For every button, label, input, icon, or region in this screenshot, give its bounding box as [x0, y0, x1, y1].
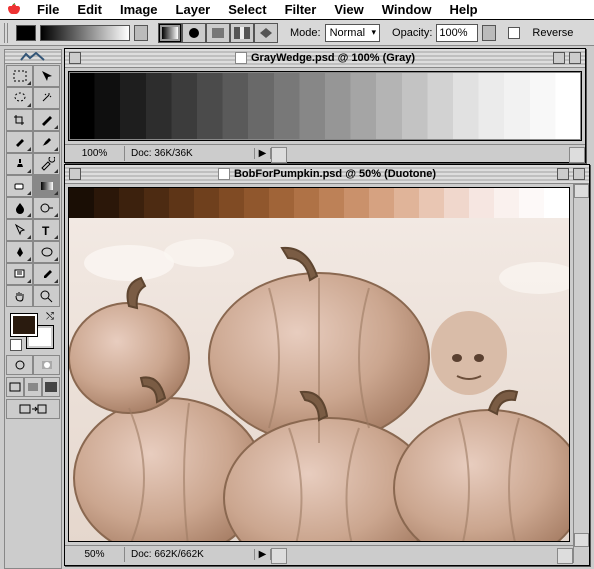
tool-clone-stamp[interactable]: [6, 153, 33, 175]
file-icon: [235, 52, 247, 64]
tool-eraser[interactable]: [6, 175, 33, 197]
toolbox: T ⤭: [4, 49, 62, 569]
screen-standard-button[interactable]: [6, 377, 24, 397]
menu-help[interactable]: Help: [440, 0, 486, 19]
scroll-up-arrow[interactable]: [574, 184, 589, 198]
pumpkin-image: [69, 218, 569, 542]
docsize-field[interactable]: Doc: 662K/662K: [125, 549, 255, 560]
window-titlebar[interactable]: GrayWedge.psd @ 100% (Gray): [65, 49, 585, 68]
tool-move[interactable]: [33, 65, 60, 87]
tool-dodge[interactable]: [33, 197, 60, 219]
tool-crop[interactable]: [6, 109, 33, 131]
window-titlebar[interactable]: BobForPumpkin.psd @ 50% (Duotone): [65, 165, 589, 184]
resize-grip[interactable]: [573, 547, 589, 563]
tool-notes[interactable]: [6, 263, 33, 285]
zoom-button[interactable]: [573, 168, 585, 180]
menu-filter[interactable]: Filter: [276, 0, 326, 19]
zoom-button[interactable]: [569, 52, 581, 64]
screen-full-menubar-button[interactable]: [24, 377, 42, 397]
diamond-gradient-button[interactable]: [254, 23, 278, 43]
menu-file[interactable]: File: [28, 0, 68, 19]
close-button[interactable]: [69, 168, 81, 180]
tool-lasso[interactable]: [6, 87, 33, 109]
window-title-text: GrayWedge.psd @ 100% (Gray): [251, 52, 415, 64]
duotone-wedge: [69, 188, 569, 218]
tool-type[interactable]: T: [33, 219, 60, 241]
tool-slice[interactable]: [33, 109, 60, 131]
reverse-checkbox[interactable]: [508, 27, 520, 39]
mode-value: Normal: [330, 27, 365, 39]
status-bar: 100% Doc: 36K/36K ▶: [65, 144, 585, 162]
tool-path-selection[interactable]: [6, 219, 33, 241]
status-menu-arrow[interactable]: ▶: [255, 549, 271, 560]
gradient-preview[interactable]: [40, 25, 130, 41]
options-bar: Mode: Normal Opacity: 100% Reverse: [0, 20, 594, 46]
tool-magic-wand[interactable]: [33, 87, 60, 109]
linear-gradient-button[interactable]: [158, 23, 182, 43]
gradient-swatch[interactable]: [16, 25, 36, 41]
tool-brush[interactable]: [33, 131, 60, 153]
menubar: File Edit Image Layer Select Filter View…: [0, 0, 594, 20]
close-button[interactable]: [69, 52, 81, 64]
tool-pen[interactable]: [6, 241, 33, 263]
window-title-text: BobForPumpkin.psd @ 50% (Duotone): [234, 168, 436, 180]
tool-zoom[interactable]: [33, 285, 60, 307]
menu-image[interactable]: Image: [111, 0, 167, 19]
angle-gradient-button[interactable]: [206, 23, 230, 43]
tool-shape[interactable]: [33, 241, 60, 263]
v-scrollbar[interactable]: [573, 184, 589, 547]
window-pumpkin: BobForPumpkin.psd @ 50% (Duotone): [64, 164, 590, 566]
tool-eyedropper[interactable]: [33, 263, 60, 285]
opacity-value: 100%: [439, 27, 467, 39]
gradient-type-group: [158, 23, 278, 43]
tool-hand[interactable]: [6, 285, 33, 307]
h-scrollbar[interactable]: [271, 147, 585, 161]
menu-layer[interactable]: Layer: [167, 0, 220, 19]
mode-label: Mode:: [290, 27, 321, 39]
menu-window[interactable]: Window: [373, 0, 441, 19]
menu-view[interactable]: View: [325, 0, 372, 19]
canvas-pumpkin[interactable]: [68, 187, 570, 542]
scroll-down-arrow[interactable]: [574, 533, 589, 547]
status-menu-arrow[interactable]: ▶: [255, 148, 271, 159]
jump-to-imageready-button[interactable]: [6, 399, 60, 419]
options-grip[interactable]: [4, 23, 10, 43]
tool-gradient[interactable]: [33, 175, 60, 197]
reflected-gradient-button[interactable]: [230, 23, 254, 43]
opacity-label: Opacity:: [392, 27, 432, 39]
file-icon: [218, 168, 230, 180]
canvas-graywedge[interactable]: [68, 71, 582, 141]
status-bar: 50% Doc: 662K/662K ▶: [65, 545, 589, 563]
tool-blur[interactable]: [6, 197, 33, 219]
screen-full-button[interactable]: [42, 377, 60, 397]
collapse-button[interactable]: [553, 52, 565, 64]
zoom-field[interactable]: 100%: [65, 146, 125, 161]
tool-healing-brush[interactable]: [6, 131, 33, 153]
document-area: GrayWedge.psd @ 100% (Gray) 100% Doc: 36…: [64, 46, 594, 569]
quick-mask-button[interactable]: [33, 355, 60, 375]
tool-rectangular-marquee[interactable]: [6, 65, 33, 87]
toolbox-header[interactable]: [5, 50, 61, 64]
standard-mode-button[interactable]: [6, 355, 33, 375]
collapse-button[interactable]: [557, 168, 569, 180]
window-graywedge: GrayWedge.psd @ 100% (Gray) 100% Doc: 36…: [64, 48, 586, 163]
foreground-color-well[interactable]: [10, 313, 38, 337]
svg-text:T: T: [42, 224, 50, 237]
zoom-field[interactable]: 50%: [65, 547, 125, 562]
mode-select[interactable]: Normal: [325, 24, 380, 42]
docsize-field[interactable]: Doc: 36K/36K: [125, 148, 255, 159]
tool-history-brush[interactable]: [33, 153, 60, 175]
apple-menu-icon[interactable]: [6, 2, 22, 18]
opacity-input[interactable]: 100%: [436, 24, 478, 42]
gradient-picker-dropdown[interactable]: [134, 25, 148, 41]
menu-select[interactable]: Select: [219, 0, 275, 19]
swap-colors-icon[interactable]: ⤭: [46, 311, 54, 322]
reverse-label: Reverse: [532, 27, 573, 39]
default-colors-icon[interactable]: [10, 339, 22, 351]
opacity-dropdown[interactable]: [482, 25, 496, 41]
menu-edit[interactable]: Edit: [68, 0, 111, 19]
color-wells: ⤭: [5, 308, 61, 354]
h-scrollbar[interactable]: [271, 548, 573, 562]
radial-gradient-button[interactable]: [182, 23, 206, 43]
